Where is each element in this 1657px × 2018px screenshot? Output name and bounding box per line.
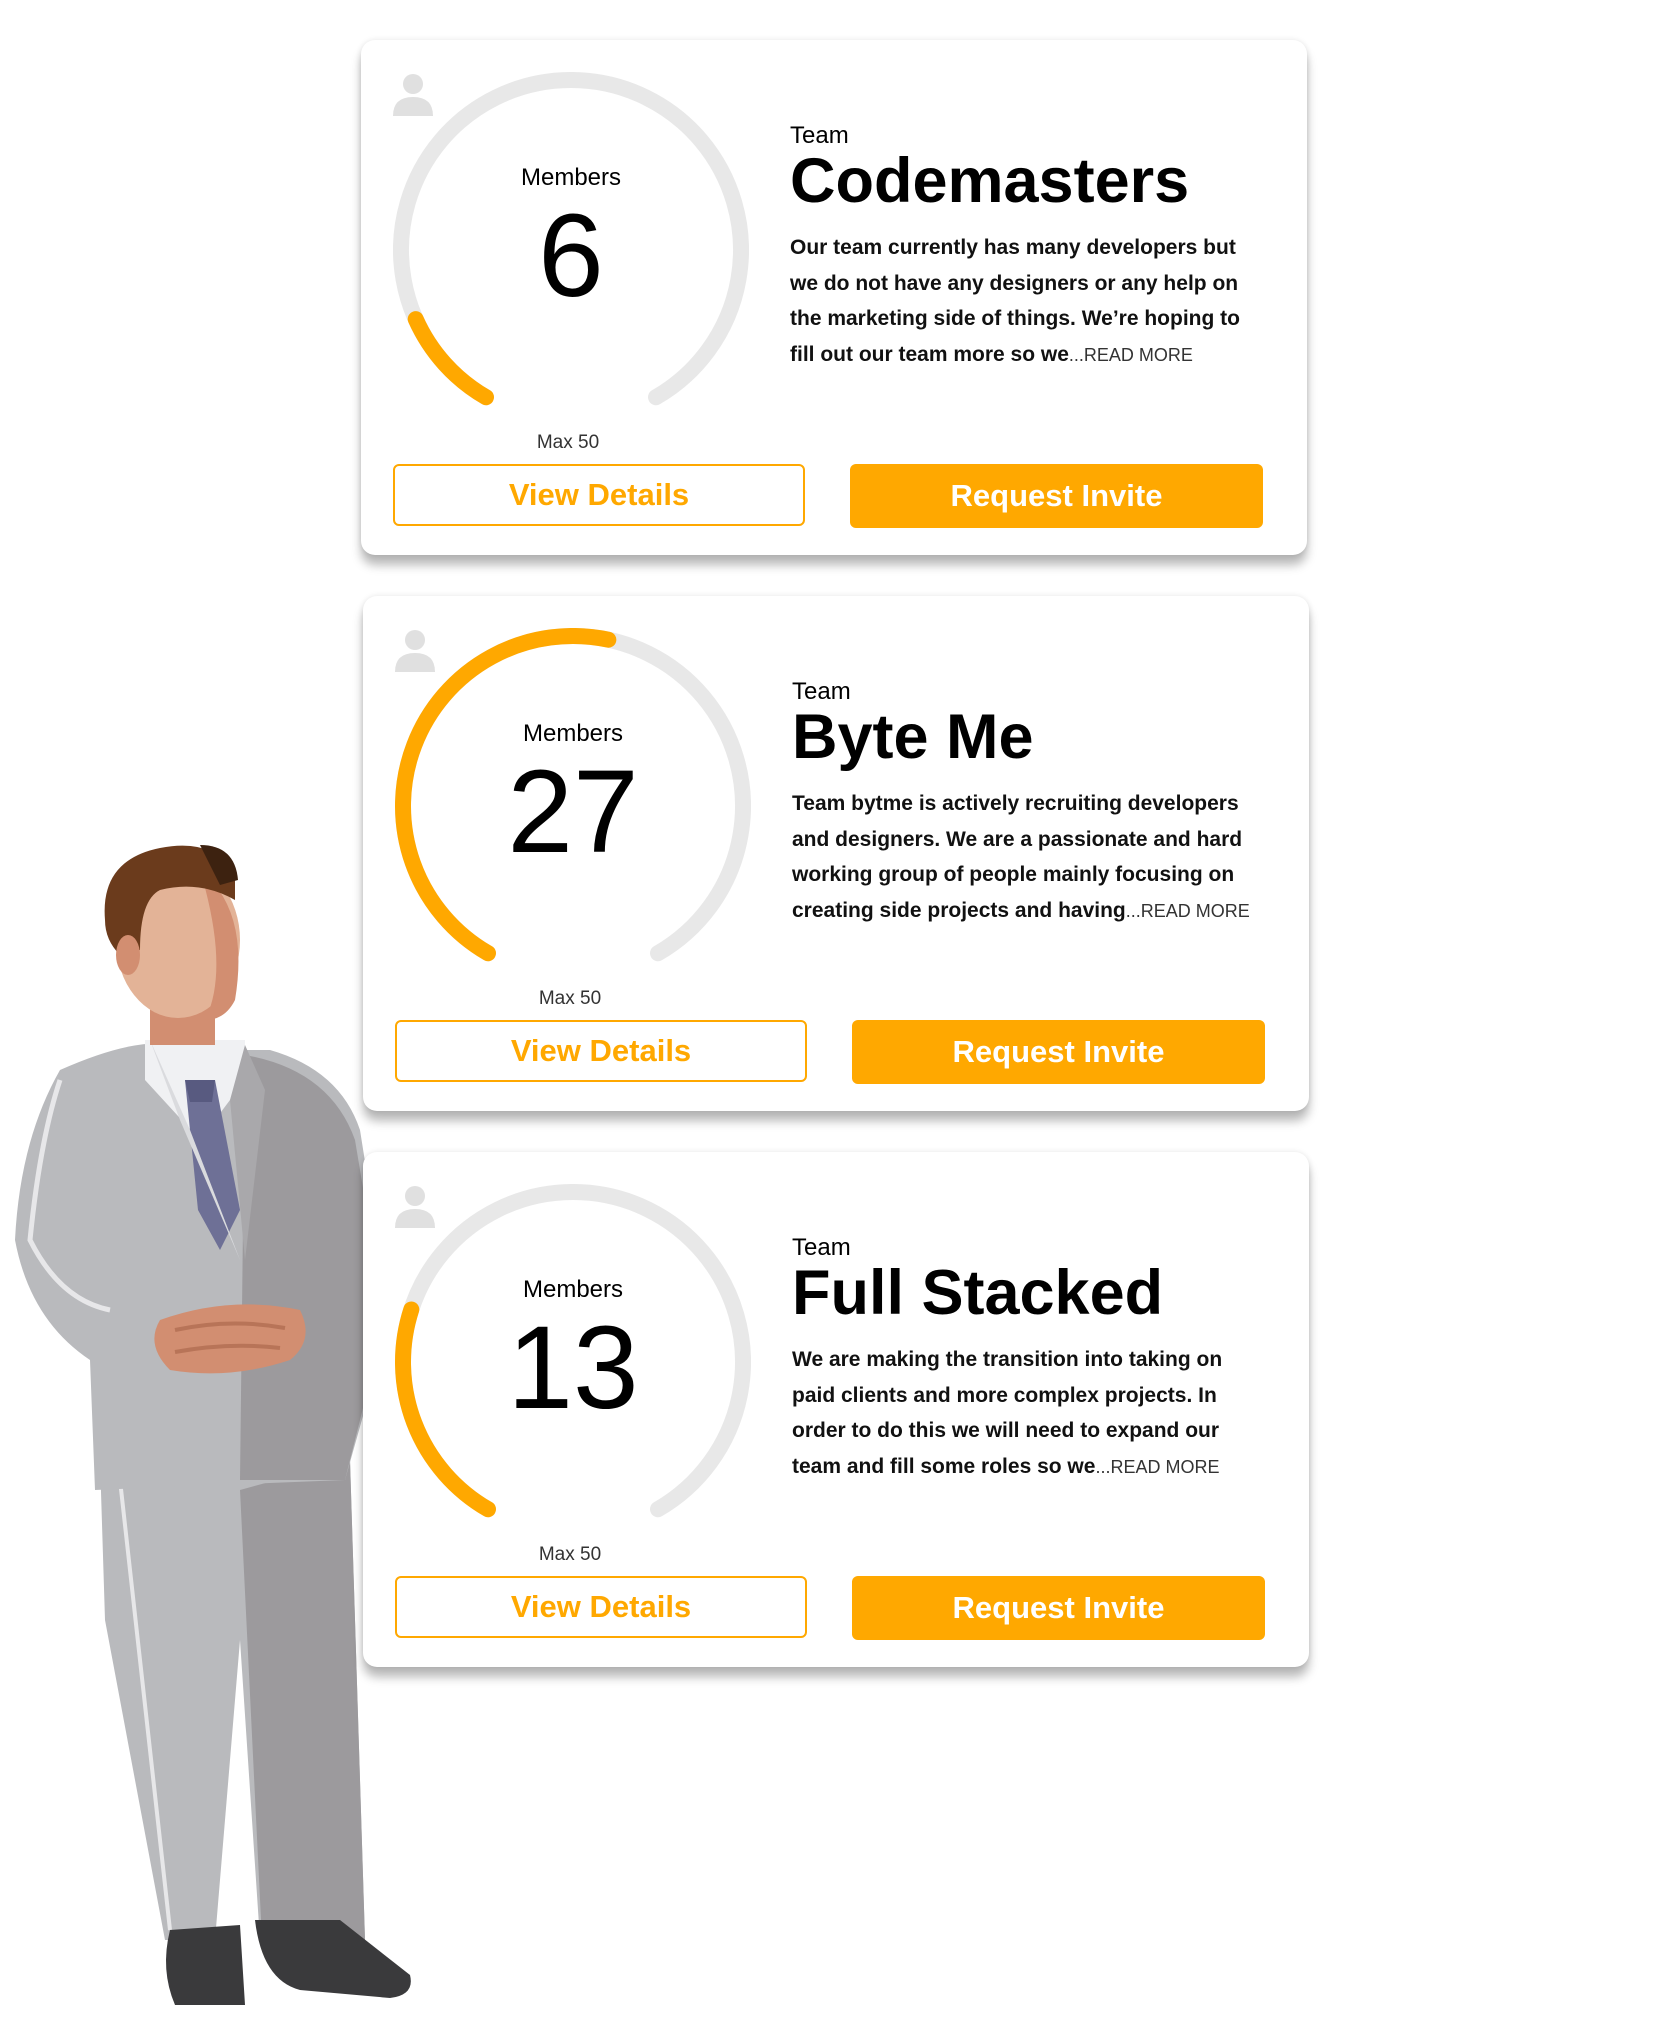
- team-description: Our team currently has many developers b…: [790, 230, 1260, 373]
- read-more-link[interactable]: ...READ MORE: [1126, 901, 1250, 921]
- user-icon: [395, 1186, 435, 1228]
- team-card: Members 6 Max 50 Team Codemasters Our te…: [361, 40, 1307, 555]
- members-gauge: Members 13 Max 50: [395, 1184, 751, 1565]
- members-count: 6: [538, 190, 604, 322]
- members-label: Members: [522, 720, 624, 747]
- team-name: Full Stacked: [792, 1258, 1164, 1328]
- members-count: 27: [507, 746, 639, 878]
- members-label: Members: [520, 164, 622, 191]
- user-icon: [393, 74, 433, 116]
- read-more-link[interactable]: ...READ MORE: [1069, 345, 1193, 365]
- user-icon: [395, 630, 435, 672]
- members-label: Members: [522, 1276, 624, 1303]
- team-name: Codemasters: [790, 146, 1190, 216]
- view-details-button[interactable]: View Details: [395, 1576, 807, 1638]
- max-members-label: Max 50: [536, 432, 600, 453]
- view-details-button[interactable]: View Details: [395, 1020, 807, 1082]
- gauge-progress: [407, 311, 494, 406]
- members-count: 13: [507, 1302, 639, 1434]
- members-gauge: Members 6 Max 50: [393, 72, 749, 453]
- read-more-link[interactable]: ...READ MORE: [1095, 1457, 1219, 1477]
- view-details-button[interactable]: View Details: [393, 464, 805, 526]
- max-members-label: Max 50: [538, 988, 602, 1009]
- team-description: Team bytme is actively recruiting develo…: [792, 786, 1262, 929]
- request-invite-button[interactable]: Request Invite: [852, 1576, 1265, 1640]
- request-invite-button[interactable]: Request Invite: [852, 1020, 1265, 1084]
- max-members-label: Max 50: [538, 1544, 602, 1565]
- team-card: Members 27 Max 50 Team Byte Me Team bytm…: [363, 596, 1309, 1111]
- team-card: Members 13 Max 50 Team Full Stacked We a…: [363, 1152, 1309, 1667]
- members-gauge: Members 27 Max 50: [395, 628, 751, 1009]
- request-invite-button[interactable]: Request Invite: [850, 464, 1263, 528]
- team-name: Byte Me: [792, 702, 1034, 772]
- team-description: We are making the transition into taking…: [792, 1342, 1262, 1485]
- businessman-illustration: [15, 845, 411, 2005]
